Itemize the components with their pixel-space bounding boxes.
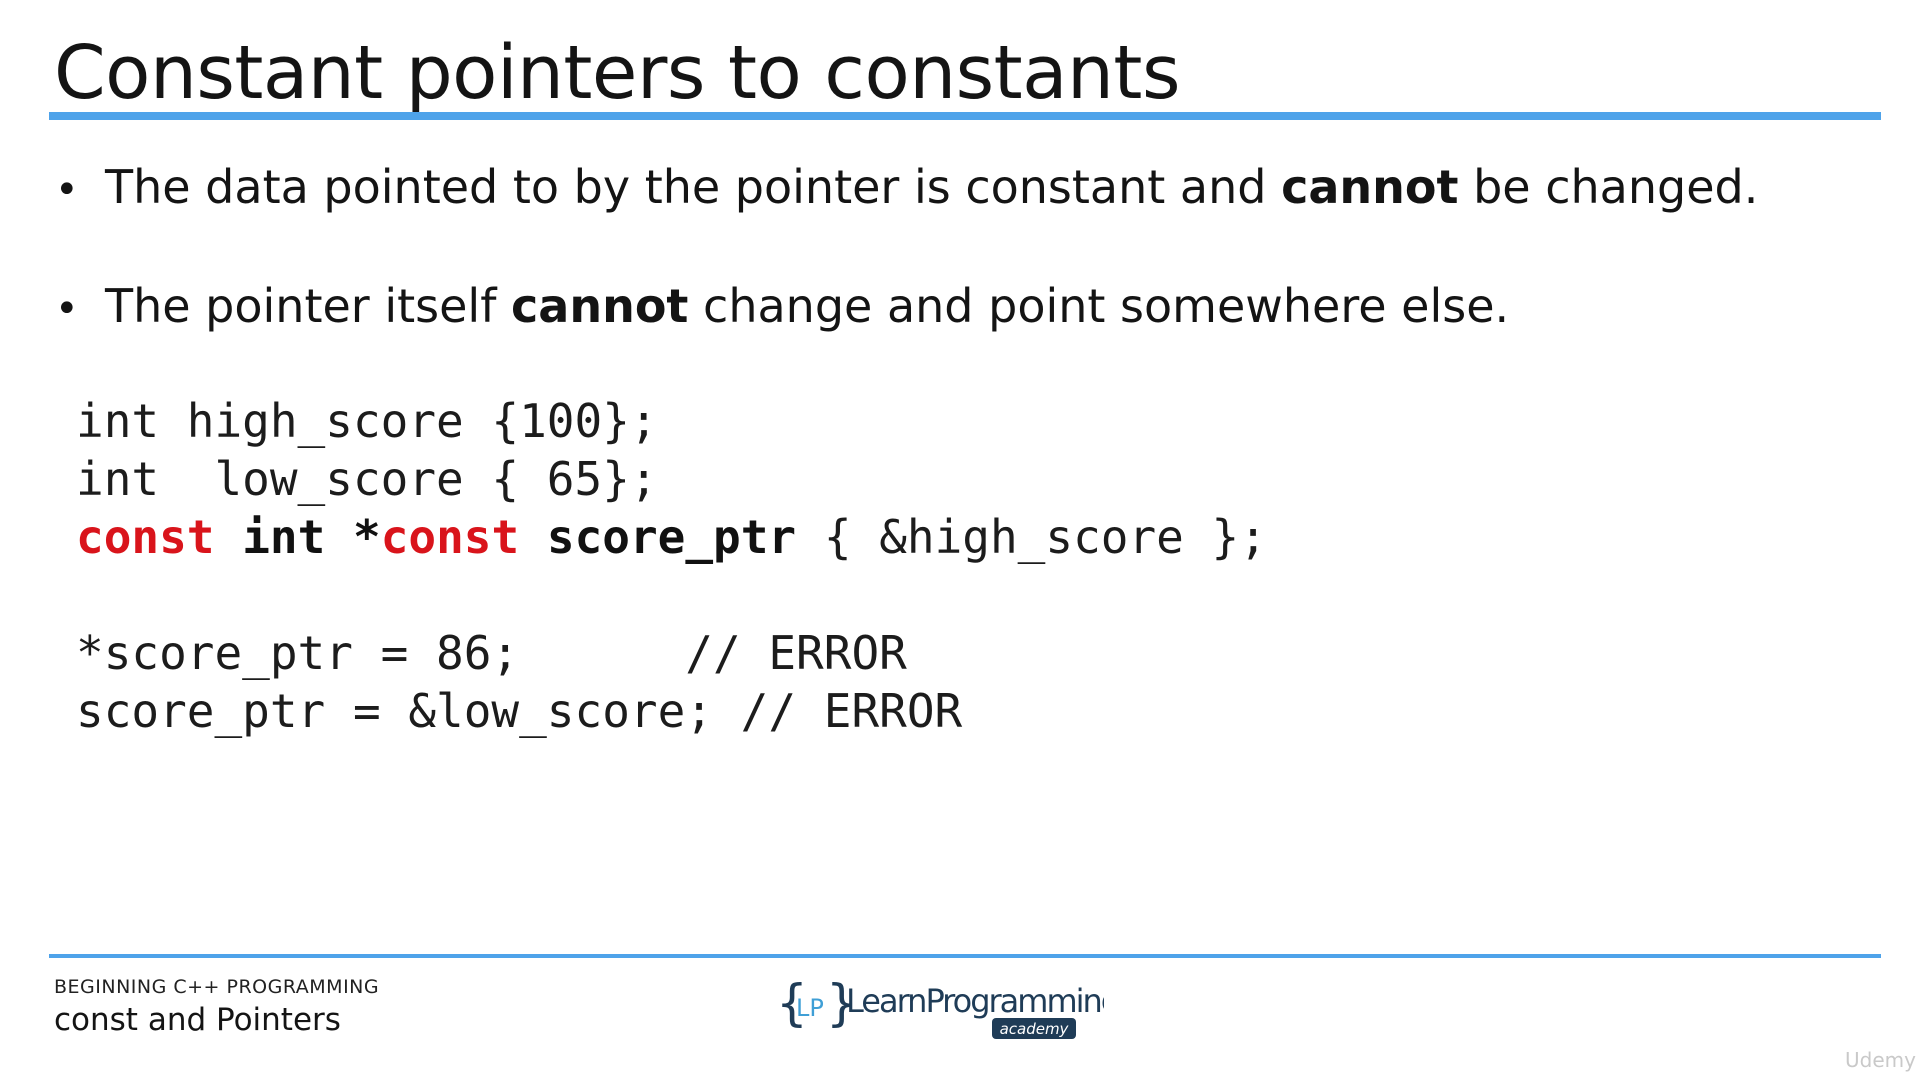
code-line: int high_score {100};: [76, 394, 658, 448]
keyword-int: int: [242, 510, 326, 564]
title-underline: [49, 112, 1881, 120]
code-line: int low_score { 65};: [76, 452, 658, 506]
bullet-item: • The data pointed to by the pointer is …: [55, 160, 1855, 217]
code-block: int high_score {100}; int low_score { 65}…: [76, 392, 1267, 740]
keyword-const: const: [76, 510, 215, 564]
bullet-list: • The data pointed to by the pointer is …: [55, 160, 1855, 336]
keyword-const: const: [380, 510, 520, 564]
bullet-item: • The pointer itself cannot change and p…: [55, 279, 1855, 336]
logo-initials: LP: [796, 994, 824, 1022]
code-line: *score_ptr = 86; // ERROR: [76, 626, 907, 680]
code-line-declaration: const int *const score_ptr { &high_score…: [76, 508, 1267, 566]
slide-title: Constant pointers to constants: [54, 30, 1181, 116]
bullet-text: The data pointed to by the pointer is co…: [105, 160, 1759, 214]
bullet-text: The pointer itself cannot change and poi…: [105, 279, 1510, 333]
bullet-dot-icon: •: [55, 286, 79, 332]
initializer: { &high_score };: [796, 510, 1267, 564]
pointer-star: *: [352, 510, 381, 564]
section-name: const and Pointers: [54, 1002, 341, 1038]
udemy-watermark: Udemy: [1845, 1048, 1916, 1072]
bullet-dot-icon: •: [55, 167, 79, 213]
course-name: BEGINNING C++ PROGRAMMING: [54, 976, 380, 998]
identifier-score-ptr: score_ptr: [546, 510, 797, 564]
learnprogramming-logo: { LP } LearnProgramming academy: [776, 974, 1104, 1039]
logo-wordmark: LearnProgramming: [846, 982, 1104, 1020]
footer-rule: [49, 954, 1881, 958]
logo-badge-label: academy: [1000, 1020, 1070, 1038]
code-line: score_ptr = &low_score; // ERROR: [76, 684, 963, 738]
